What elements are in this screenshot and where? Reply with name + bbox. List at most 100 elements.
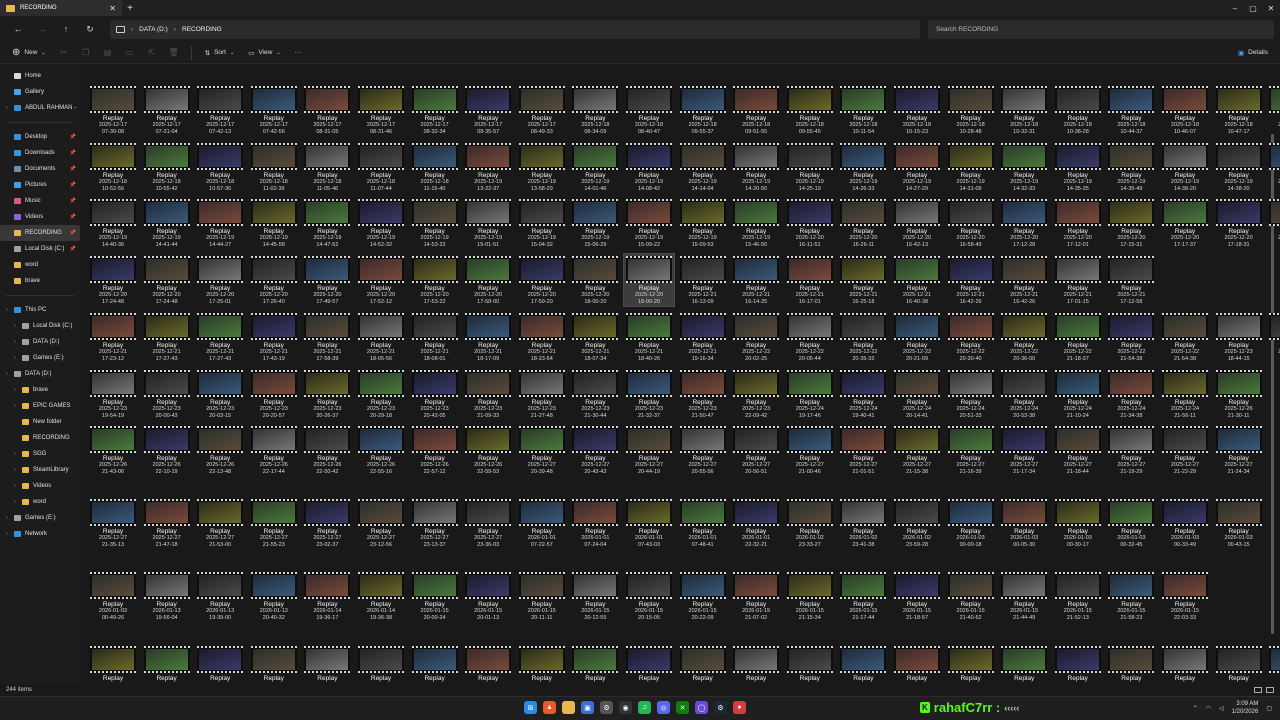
video-file-tile[interactable]: Replay 2025-12-19 14-40-36 bbox=[88, 197, 138, 249]
video-file-tile[interactable]: Replay 2025-12-20 17-12-01 bbox=[1053, 197, 1103, 249]
video-file-tile[interactable]: Replay 2025-12-23 21-09-33 bbox=[463, 368, 513, 420]
video-file-tile[interactable]: Replay 2026-01-15 21-44-49 bbox=[999, 570, 1049, 622]
video-file-tile[interactable]: Replay 2026-01-01 07-24-04 bbox=[570, 497, 620, 549]
recording-app-icon[interactable]: ● bbox=[733, 701, 746, 714]
sort-button[interactable]: ⇅ Sort ⌄ bbox=[201, 45, 239, 61]
video-file-tile[interactable]: Replay 2026-01-13 19-56-04 bbox=[142, 570, 192, 622]
video-file-tile[interactable]: Replay 2025-12-23 19-54-19 bbox=[88, 368, 138, 420]
video-file-tile[interactable]: Replay 2025-12-23 20-26-37 bbox=[302, 368, 352, 420]
video-file-tile[interactable]: Replay 2025-12-18 10-15-23 bbox=[892, 84, 942, 136]
expand-arrow-icon[interactable]: › bbox=[12, 387, 18, 393]
video-file-tile[interactable]: Replay 2025-12-21 18-23-54 bbox=[517, 311, 567, 363]
sidebar-item-local-disk-c[interactable]: Local Disk (C:) 📌 bbox=[0, 241, 80, 257]
video-file-tile[interactable]: Replay 2025-12-19 14-14-04 bbox=[678, 141, 728, 193]
video-file-tile[interactable]: Replay 2025-12-20 16-42-13 bbox=[892, 197, 942, 249]
video-file-tile[interactable]: Replay 2025-12-27 23-36-03 bbox=[463, 497, 513, 549]
large-icons-view-icon[interactable] bbox=[1266, 687, 1274, 693]
video-file-tile[interactable]: Replay 2025-12-24 21-10-24 bbox=[1053, 368, 1103, 420]
video-file-tile[interactable]: Replay 2025-12-17 08-49-33 bbox=[517, 84, 567, 136]
video-file-tile[interactable]: Replay 2025-12-18 09-51-55 bbox=[731, 84, 781, 136]
copy-icon[interactable]: ❐ bbox=[78, 48, 94, 57]
up-arrow-icon[interactable]: ↑ bbox=[54, 24, 78, 34]
expand-arrow-icon[interactable]: › bbox=[4, 531, 10, 537]
video-file-tile[interactable]: Replay 2025-12-19 13-58-29 bbox=[517, 141, 567, 193]
video-file-tile[interactable]: Replay 2025-12-20 16-26-11 bbox=[838, 197, 888, 249]
view-button[interactable]: ▭ View ⌄ bbox=[244, 45, 284, 61]
video-file-tile[interactable]: Replay 2025-12-22 20-36-00 bbox=[999, 311, 1049, 363]
expand-arrow-icon[interactable]: › bbox=[4, 105, 10, 111]
sidebar-item-word[interactable]: word bbox=[0, 257, 80, 273]
video-file-tile[interactable]: Replay 2025-12-19 14-20-50 bbox=[731, 141, 781, 193]
expand-arrow-icon[interactable]: › bbox=[12, 403, 18, 409]
video-file-tile[interactable]: Replay 2025-12-21 18-07-34 bbox=[570, 311, 620, 363]
video-file-tile[interactable]: Replay 2026-01-03 00-33-49 bbox=[1160, 497, 1210, 549]
search-input[interactable]: Search RECORDING bbox=[928, 19, 1274, 39]
video-file-tile[interactable]: Replay 2026-01-15 22-03-33 bbox=[1160, 570, 1210, 622]
video-file-tile[interactable]: Replay 2025-12-26 22-17-44 bbox=[249, 424, 299, 476]
video-file-tile[interactable]: Replay 2025-12-27 21-22-29 bbox=[1160, 424, 1210, 476]
video-file-tile[interactable]: Replay 2026-01-03 00-32-45 bbox=[1106, 497, 1156, 549]
sidebar-item-brave[interactable]: brave bbox=[0, 273, 80, 289]
video-file-tile[interactable]: Replay 2025-12-18 11-15-40 bbox=[410, 141, 460, 193]
video-file-tile[interactable]: Replay 2025-12-27 21-16-39 bbox=[946, 424, 996, 476]
video-file-tile[interactable]: Replay 2026-01-15 20-22-09 bbox=[678, 570, 728, 622]
notification-icon[interactable]: ▢ bbox=[1266, 705, 1272, 712]
video-file-tile[interactable]: Replay 2025-12-22 20-30-40 bbox=[946, 311, 996, 363]
video-file-tile[interactable]: Replay 2025-12-17 07-30-08 bbox=[88, 84, 138, 136]
video-file-tile[interactable]: Replay 2025-12-27 21-55-23 bbox=[249, 497, 299, 549]
more-options-button[interactable]: ··· bbox=[291, 45, 306, 61]
video-file-tile[interactable]: Replay 2026-01-01 07-48-41 bbox=[678, 497, 728, 549]
video-file-tile[interactable]: Replay 2025-12-20 17-52-12 bbox=[356, 254, 406, 306]
windows-start-icon[interactable]: ⊞ bbox=[524, 701, 537, 714]
video-file-tile[interactable]: Replay 2025-12-19 14-25-19 bbox=[785, 141, 835, 193]
expand-arrow-icon[interactable]: › bbox=[12, 339, 18, 345]
video-file-tile[interactable]: Replay 2025-12-20 17-15-31 bbox=[1106, 197, 1156, 249]
video-file-tile[interactable]: Replay 2025-12-20 17-17-37 bbox=[1160, 197, 1210, 249]
delete-icon[interactable]: 🗑 bbox=[166, 48, 182, 57]
video-file-tile[interactable]: Replay 2025-12-21 19-16-34 bbox=[678, 311, 728, 363]
refresh-icon[interactable]: ↻ bbox=[78, 24, 102, 35]
video-file-tile[interactable]: Replay 2025-12-17 07-42-56 bbox=[249, 84, 299, 136]
discord-icon[interactable]: ◎ bbox=[657, 701, 670, 714]
video-file-tile[interactable]: Replay 2025-12-21 16-17-01 bbox=[785, 254, 835, 306]
video-file-tile[interactable]: Replay 2025-12-20 18-00-20 bbox=[623, 253, 675, 307]
maximize-button[interactable]: ▢ bbox=[1244, 4, 1262, 13]
new-button[interactable]: ⊕ New ⌄ bbox=[8, 45, 50, 61]
video-file-tile[interactable]: Replay 2025-12-21 17-43-19 bbox=[249, 311, 299, 363]
video-file-tile[interactable]: Replay 2025-12-19 14-01-46 bbox=[570, 141, 620, 193]
video-file-tile[interactable]: Replay 2025-12-18 11-07-44 bbox=[356, 141, 406, 193]
video-file-tile[interactable]: Replay 2025-12-18 11-02-39 bbox=[249, 141, 299, 193]
video-file-tile[interactable]: Replay 2025-12-18 10-11-54 bbox=[838, 84, 888, 136]
video-file-tile[interactable]: Replay 2025-12-27 23-02-37 bbox=[302, 497, 352, 549]
video-file-tile[interactable]: Replay 2026-01-15 20-01-13 bbox=[463, 570, 513, 622]
video-file-tile[interactable]: Replay 2025-12-24 19-17-46 bbox=[785, 368, 835, 420]
sidebar-item-steamlibrary[interactable]: › SteamLibrary bbox=[0, 462, 80, 478]
video-file-tile[interactable]: Replay 2025-12-20 16-58-49 bbox=[946, 197, 996, 249]
video-file-tile[interactable]: Replay 2025-12-19 14-44-27 bbox=[195, 197, 245, 249]
sidebar-item-desktop[interactable]: Desktop 📌 bbox=[0, 129, 80, 145]
brave-icon[interactable]: ▲ bbox=[543, 701, 556, 714]
video-file-tile[interactable]: Replay 2025-12-21 17-58-39 bbox=[302, 311, 352, 363]
sidebar-item-pictures[interactable]: Pictures 📌 bbox=[0, 177, 80, 193]
video-file-tile[interactable]: Replay 2025-12-20 17-24-48 bbox=[88, 254, 138, 306]
tab-close-icon[interactable]: ✕ bbox=[109, 4, 116, 13]
video-file-tile[interactable]: Replay 2025-12-18 10-44-37 bbox=[1106, 84, 1156, 136]
video-file-tile[interactable]: Replay 2025-12-21 17-01-15 bbox=[1053, 254, 1103, 306]
video-file-tile[interactable]: Replay 2025-12-20 17-18-31 bbox=[1214, 197, 1264, 249]
video-file-tile[interactable]: Replay 2025-12-21 17-12-58 bbox=[1106, 254, 1156, 306]
expand-arrow-icon[interactable]: › bbox=[4, 515, 10, 521]
video-file-tile[interactable]: Replay 2025-12-27 20-43-43 bbox=[570, 424, 620, 476]
video-file-tile[interactable]: Replay 2025-12-18 10-47-17 bbox=[1214, 84, 1264, 136]
video-file-tile[interactable]: Replay 2025-12-23 20-29-18 bbox=[356, 368, 406, 420]
video-file-tile[interactable]: Replay 2025-12-23 21-30-44 bbox=[570, 368, 620, 420]
video-file-tile[interactable]: Replay 2025-12-22 21-54-38 bbox=[1106, 311, 1156, 363]
video-file-tile[interactable]: Replay 2025-12-19 15-09-53 bbox=[678, 197, 728, 249]
sidebar-item-this-pc[interactable]: › This PC bbox=[0, 302, 80, 318]
video-file-tile[interactable]: Replay 2025-12-19 15-06-29 bbox=[570, 197, 620, 249]
video-file-tile[interactable]: Replay 2026-01-03 00-49-26 bbox=[88, 570, 138, 622]
video-file-tile[interactable]: Replay 2025-12-26 21-30-11 bbox=[1214, 368, 1264, 420]
video-file-tile[interactable]: Replay 2025-12-26 21-43-06 bbox=[88, 424, 138, 476]
sidebar-item-videos[interactable]: Videos 📌 bbox=[0, 209, 80, 225]
video-file-tile[interactable]: Replay 2025-12-21 16-14-25 bbox=[731, 254, 781, 306]
sidebar-item-network[interactable]: › Network bbox=[0, 526, 80, 542]
